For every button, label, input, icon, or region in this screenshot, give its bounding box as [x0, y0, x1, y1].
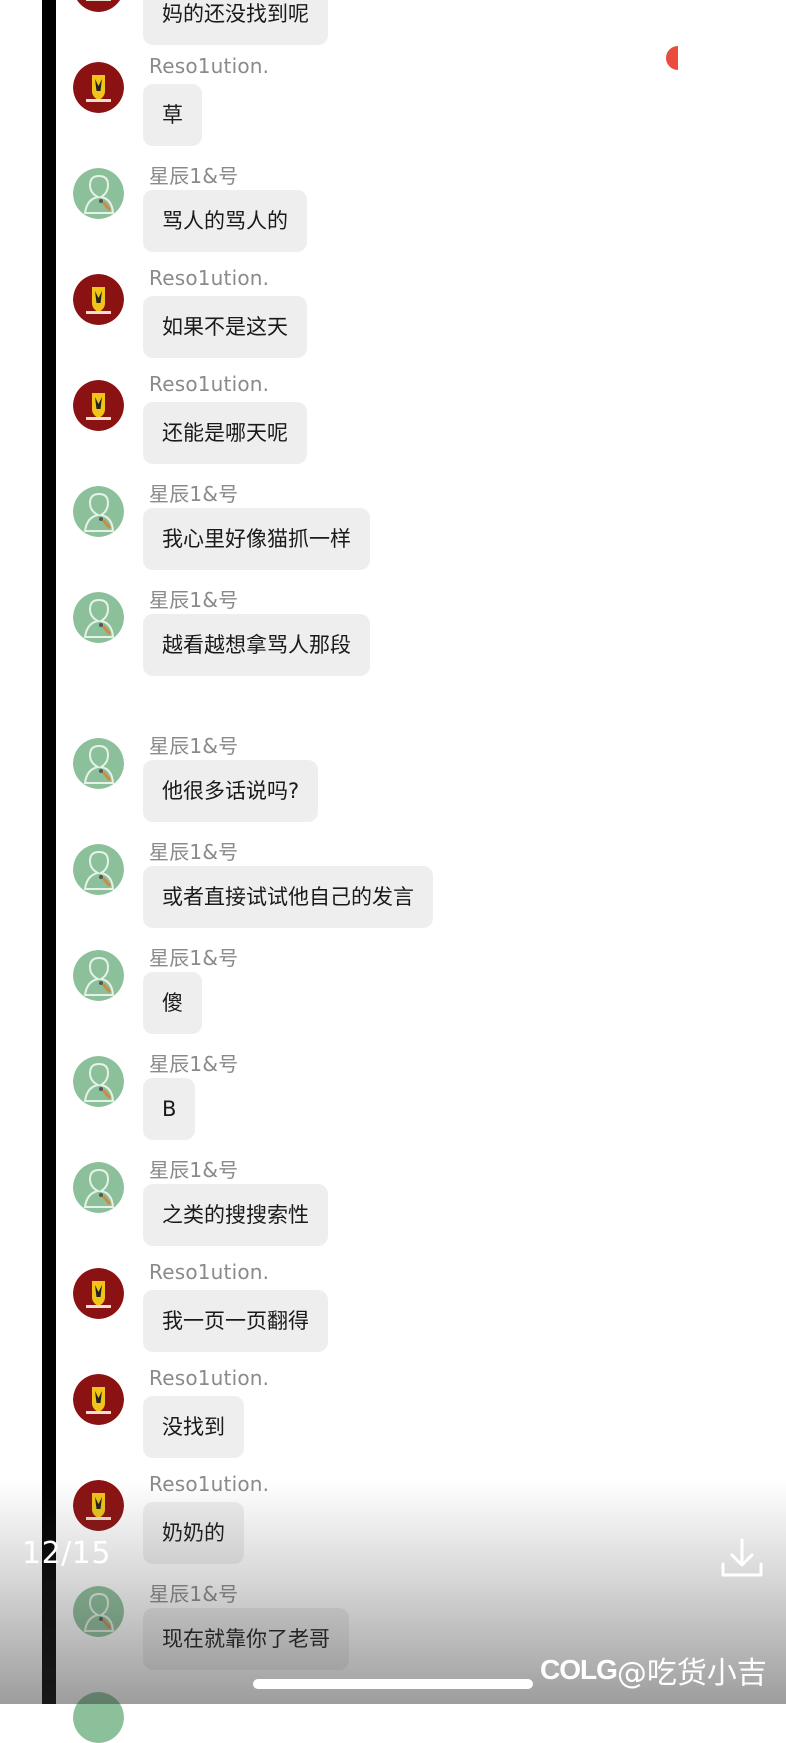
sender-name: Reso1ution. — [149, 266, 270, 290]
green-person-avatar-icon[interactable] — [73, 1586, 124, 1637]
message-bubble[interactable]: 我一页一页翻得 — [143, 1290, 328, 1352]
green-person-avatar-icon[interactable] — [73, 1056, 124, 1107]
ferrari-avatar-icon[interactable] — [73, 380, 124, 431]
green-person-avatar-icon[interactable] — [73, 844, 124, 895]
message-bubble[interactable]: 没找到 — [143, 1396, 244, 1458]
message-bubble[interactable]: 还能是哪天呢 — [143, 402, 307, 464]
sender-name: 星辰1&号 — [149, 840, 239, 864]
message-bubble[interactable]: 骂人的骂人的 — [143, 190, 307, 252]
message-bubble[interactable]: 奶奶的 — [143, 1502, 244, 1564]
sender-name: 星辰1&号 — [149, 1582, 239, 1606]
sender-name: Reso1ution. — [149, 1472, 270, 1496]
green-person-avatar-icon[interactable] — [73, 592, 124, 643]
download-icon[interactable] — [716, 1532, 768, 1584]
green-person-avatar-icon — [73, 1692, 124, 1743]
green-person-avatar-icon[interactable] — [73, 1162, 124, 1213]
sender-name: Reso1ution. — [149, 1366, 270, 1390]
message-bubble[interactable]: 如果不是这天 — [143, 296, 307, 358]
ferrari-avatar-icon[interactable] — [73, 1480, 124, 1531]
ferrari-avatar-icon[interactable] — [73, 1268, 124, 1319]
sender-name: Reso1ution. — [149, 54, 270, 78]
message-bubble[interactable]: 或者直接试试他自己的发言 — [143, 866, 433, 928]
green-person-avatar-icon[interactable] — [73, 950, 124, 1001]
watermark-author: @吃货小吉 — [616, 1656, 767, 1691]
colg-logo: COLG — [540, 1654, 618, 1685]
message-bubble[interactable]: B — [143, 1078, 196, 1140]
sender-name: 星辰1&号 — [149, 482, 239, 506]
ferrari-avatar-icon[interactable] — [73, 62, 124, 113]
message-bubble[interactable]: 越看越想拿骂人那段 — [143, 614, 370, 676]
message-bubble[interactable]: 草 — [143, 84, 202, 146]
sender-name: 星辰1&号 — [149, 734, 239, 758]
sender-name: 星辰1&号 — [149, 1052, 239, 1076]
sender-name: Reso1ution. — [149, 372, 270, 396]
watermark: COLG@吃货小吉 — [540, 1648, 780, 1692]
page-counter: 12/15 — [22, 1536, 111, 1571]
sender-name: 星辰1&号 — [149, 946, 239, 970]
message-bubble[interactable]: 他很多话说吗? — [143, 760, 319, 822]
ferrari-avatar-icon[interactable] — [73, 274, 124, 325]
sender-name: Reso1ution. — [149, 1260, 270, 1284]
message-bubble[interactable]: 现在就靠你了老哥 — [143, 1608, 349, 1670]
green-person-avatar-icon[interactable] — [73, 738, 124, 789]
green-person-avatar-icon[interactable] — [73, 486, 124, 537]
ferrari-avatar-icon[interactable] — [73, 0, 124, 12]
sender-name: 星辰1&号 — [149, 588, 239, 612]
message-bubble[interactable]: 傻 — [143, 972, 202, 1034]
green-person-avatar-icon[interactable] — [73, 168, 124, 219]
chat-list: 妈的还没找到呢 Reso1ution. 草 星辰1&号 骂人的骂人的 Reso1… — [0, 0, 786, 1743]
home-indicator[interactable] — [253, 1679, 533, 1689]
message-bubble[interactable]: 之类的搜搜索性 — [143, 1184, 328, 1246]
sender-name: 星辰1&号 — [149, 164, 239, 188]
message-bubble[interactable]: 妈的还没找到呢 — [143, 0, 328, 45]
message-bubble[interactable]: 我心里好像猫抓一样 — [143, 508, 370, 570]
ferrari-avatar-icon[interactable] — [73, 1374, 124, 1425]
sender-name: 星辰1&号 — [149, 1158, 239, 1182]
